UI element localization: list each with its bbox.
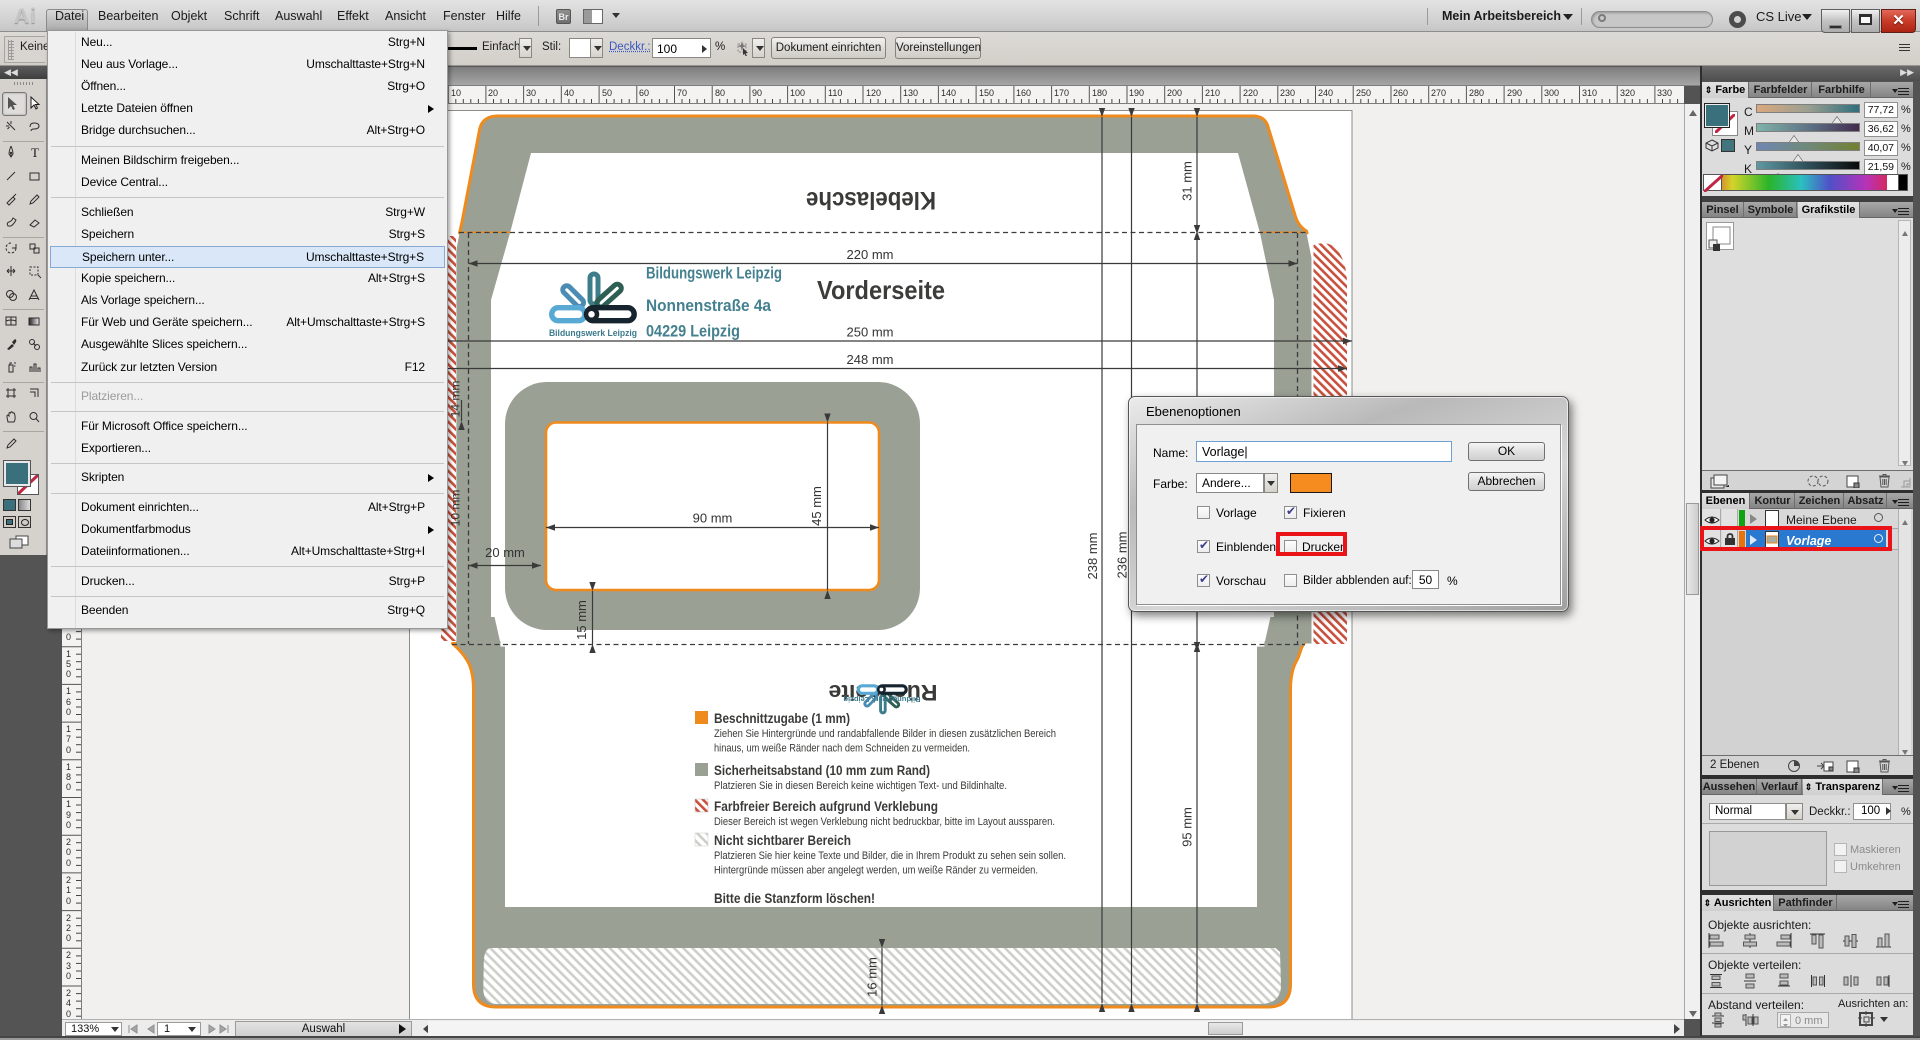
svg-text:Bildungswerk Leipzig: Bildungswerk Leipzig: [646, 265, 782, 283]
svg-text:Beschnittzugabe (1 mm): Beschnittzugabe (1 mm): [714, 711, 850, 726]
svg-text:T: T: [31, 145, 39, 160]
svg-text:Nonnenstraße 4a: Nonnenstraße 4a: [646, 297, 772, 315]
svg-text:31 mm: 31 mm: [1180, 161, 1195, 201]
svg-text:15 mm: 15 mm: [574, 600, 589, 640]
svg-text:Dieser Bereich ist wegen Verkl: Dieser Bereich ist wegen Verklebung nich…: [714, 816, 1055, 828]
svg-text:Bildungswerk Leipzig: Bildungswerk Leipzig: [843, 695, 921, 704]
svg-text:Sicherheitsabstand (10 mm zum: Sicherheitsabstand (10 mm zum Rand): [714, 763, 930, 778]
svg-text:95 mm: 95 mm: [1180, 807, 1195, 847]
svg-text:Vorderseite: Vorderseite: [817, 275, 945, 305]
svg-text:Bitte die Stanzform löschen!: Bitte die Stanzform löschen!: [714, 891, 875, 906]
svg-text:238 mm: 238 mm: [1085, 533, 1100, 580]
svg-text:Klebelasche: Klebelasche: [806, 186, 936, 214]
svg-text:90 mm: 90 mm: [693, 511, 733, 526]
svg-text:20 mm: 20 mm: [485, 545, 525, 560]
svg-text:248 mm: 248 mm: [847, 352, 894, 367]
svg-text:Nicht sichtbarer Bereich: Nicht sichtbarer Bereich: [714, 833, 851, 848]
svg-text:04229 Leipzig: 04229 Leipzig: [646, 323, 740, 341]
svg-text:14 mm: 14 mm: [449, 381, 463, 418]
svg-text:Farbfreier Bereich aufgrund Ve: Farbfreier Bereich aufgrund Verklebung: [714, 799, 938, 814]
svg-text:16 mm: 16 mm: [865, 957, 880, 997]
svg-text:hinaus, um weiße Ränder nach d: hinaus, um weiße Ränder nach dem Schneid…: [714, 743, 970, 755]
svg-text:45 mm: 45 mm: [809, 486, 824, 526]
svg-text:Hintergründe müssen aber angel: Hintergründe müssen aber angelegt werden…: [714, 865, 1038, 877]
svg-text:Ziehen Sie Hintergründe und ra: Ziehen Sie Hintergründe und randabfallen…: [714, 728, 1056, 740]
svg-text:Bildungswerk Leipzig: Bildungswerk Leipzig: [549, 328, 637, 339]
svg-text:10 mm: 10 mm: [449, 490, 463, 527]
svg-text:220 mm: 220 mm: [847, 247, 894, 262]
svg-text:Platzieren Sie hier keine Text: Platzieren Sie hier keine Texte und Bild…: [714, 850, 1066, 862]
svg-text:Platzieren Sie in diesen Berei: Platzieren Sie in diesen Bereich keine w…: [714, 780, 1007, 792]
svg-text:250 mm: 250 mm: [847, 325, 894, 340]
